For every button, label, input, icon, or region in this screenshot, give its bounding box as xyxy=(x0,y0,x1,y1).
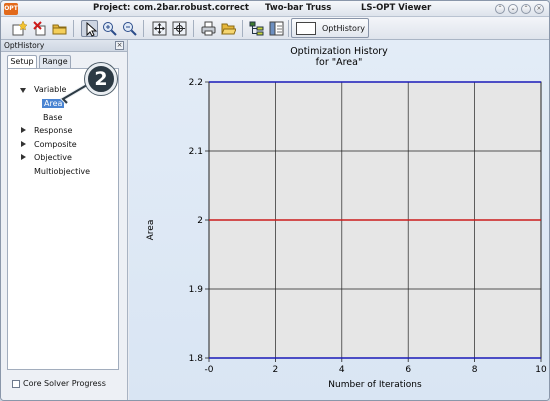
panel-close-icon[interactable]: × xyxy=(115,41,124,50)
opthistory-tab-label: OptHistory xyxy=(322,24,365,33)
tree-item-area[interactable]: Area xyxy=(42,99,65,108)
x-axis-label: Number of Iterations xyxy=(328,380,422,390)
tree-item-base[interactable]: Base xyxy=(43,113,62,122)
y-tick-label: 1.8 xyxy=(189,354,204,364)
zoom-in-icon xyxy=(103,22,117,36)
chart-title: Optimization History xyxy=(290,46,388,57)
chart-panel: Optimization History for "Area" -0 2 4 6 8 10… xyxy=(129,40,549,400)
app-logo: OPT xyxy=(4,3,18,15)
pointer-arrow-icon xyxy=(86,22,98,37)
tab-setup[interactable]: Setup xyxy=(7,55,37,69)
expand-right-icon[interactable] xyxy=(21,127,26,133)
new-star-icon xyxy=(12,21,27,36)
title-bar: OPT Project: com.2bar.robust.correct Two… xyxy=(1,1,549,17)
toolbar: OptHistory xyxy=(1,17,549,40)
optimization-history-chart: Optimization History for "Area" -0 2 4 6 8 10… xyxy=(146,46,547,390)
project-title: Project: com.2bar.robust.correct xyxy=(93,3,249,13)
folder-open-icon xyxy=(221,23,236,35)
y-tick-label: 1.9 xyxy=(189,285,204,295)
y-tick-label: 2.2 xyxy=(189,78,203,88)
app-window: OPT Project: com.2bar.robust.correct Two… xyxy=(0,0,550,401)
expand-right-icon[interactable] xyxy=(21,141,26,147)
toolbar-separator xyxy=(143,20,144,37)
y-tick-label: 2 xyxy=(197,216,203,226)
step-callout-badge: 2 xyxy=(85,63,117,95)
left-panel: OptHistory × Setup Range Variable Area B… xyxy=(1,40,128,400)
fit-view-button[interactable] xyxy=(151,20,168,37)
entity-tree: Variable Area Base Response Composite Ob… xyxy=(7,68,119,370)
split-panel-icon xyxy=(269,21,284,36)
y-axis-label: Area xyxy=(146,220,156,241)
print-button[interactable] xyxy=(200,20,217,37)
tab-range[interactable]: Range xyxy=(39,55,71,69)
tree-item-multiobjective[interactable]: Multiobjective xyxy=(34,167,90,176)
tree-item-response[interactable]: Response xyxy=(34,126,72,135)
toolbar-separator xyxy=(242,20,243,37)
x-tick-label: 6 xyxy=(405,365,411,375)
toolbar-separator xyxy=(193,20,194,37)
close-icon[interactable]: × xyxy=(534,4,544,14)
toolbar-separator xyxy=(73,20,74,37)
expand-down-icon[interactable] xyxy=(20,88,26,93)
y-tick-labels: 2.2 2.1 2 1.9 1.8 xyxy=(189,78,204,364)
new-plot-button[interactable] xyxy=(11,20,28,37)
problem-title: Two-bar Truss xyxy=(265,3,332,13)
tree-item-composite[interactable]: Composite xyxy=(34,140,77,149)
pan-arrows-icon xyxy=(172,21,187,36)
layout-tree-button[interactable] xyxy=(248,20,265,37)
zoom-out-button[interactable] xyxy=(121,20,138,37)
shade-icon[interactable]: ⌃ xyxy=(495,4,505,14)
folder-icon xyxy=(52,24,67,35)
select-pointer-button[interactable] xyxy=(81,20,98,37)
printer-icon xyxy=(201,21,216,36)
expand-right-icon[interactable] xyxy=(21,154,26,160)
panel-title: OptHistory xyxy=(4,41,45,50)
x-tick-label: -0 xyxy=(205,365,214,375)
x-tick-label: 2 xyxy=(273,365,279,375)
app-title: LS-OPT Viewer xyxy=(361,3,432,13)
panel-header: OptHistory × xyxy=(1,40,127,52)
maximize-icon[interactable]: ⌃ xyxy=(521,4,531,14)
core-solver-progress-label: Core Solver Progress xyxy=(23,379,106,388)
y-tick-label: 2.1 xyxy=(189,147,203,157)
core-solver-progress-checkbox[interactable] xyxy=(12,380,20,388)
fit-arrows-icon xyxy=(152,21,167,36)
plot-thumbnail-icon xyxy=(296,22,316,35)
x-tick-label: 10 xyxy=(535,365,547,375)
delete-x-icon xyxy=(33,21,46,36)
tree-item-variable[interactable]: Variable xyxy=(34,85,66,94)
minimize-icon[interactable]: ⌄ xyxy=(508,4,518,14)
chart-subtitle: for "Area" xyxy=(316,57,363,68)
delete-plot-button[interactable] xyxy=(31,20,48,37)
tree-item-objective[interactable]: Objective xyxy=(34,153,72,162)
opthistory-window-tab[interactable]: OptHistory xyxy=(291,18,369,38)
x-tick-label: 8 xyxy=(472,365,478,375)
open-folder-button[interactable] xyxy=(51,20,68,37)
zoom-in-button[interactable] xyxy=(101,20,118,37)
pan-view-button[interactable] xyxy=(171,20,188,37)
split-view-button[interactable] xyxy=(268,20,285,37)
tree-layout-icon xyxy=(249,21,264,36)
x-tick-label: 4 xyxy=(339,365,345,375)
export-folder-button[interactable] xyxy=(220,20,237,37)
toolbar-separator xyxy=(288,20,289,37)
zoom-out-icon xyxy=(123,22,137,36)
x-tick-labels: -0 2 4 6 8 10 xyxy=(205,365,547,375)
